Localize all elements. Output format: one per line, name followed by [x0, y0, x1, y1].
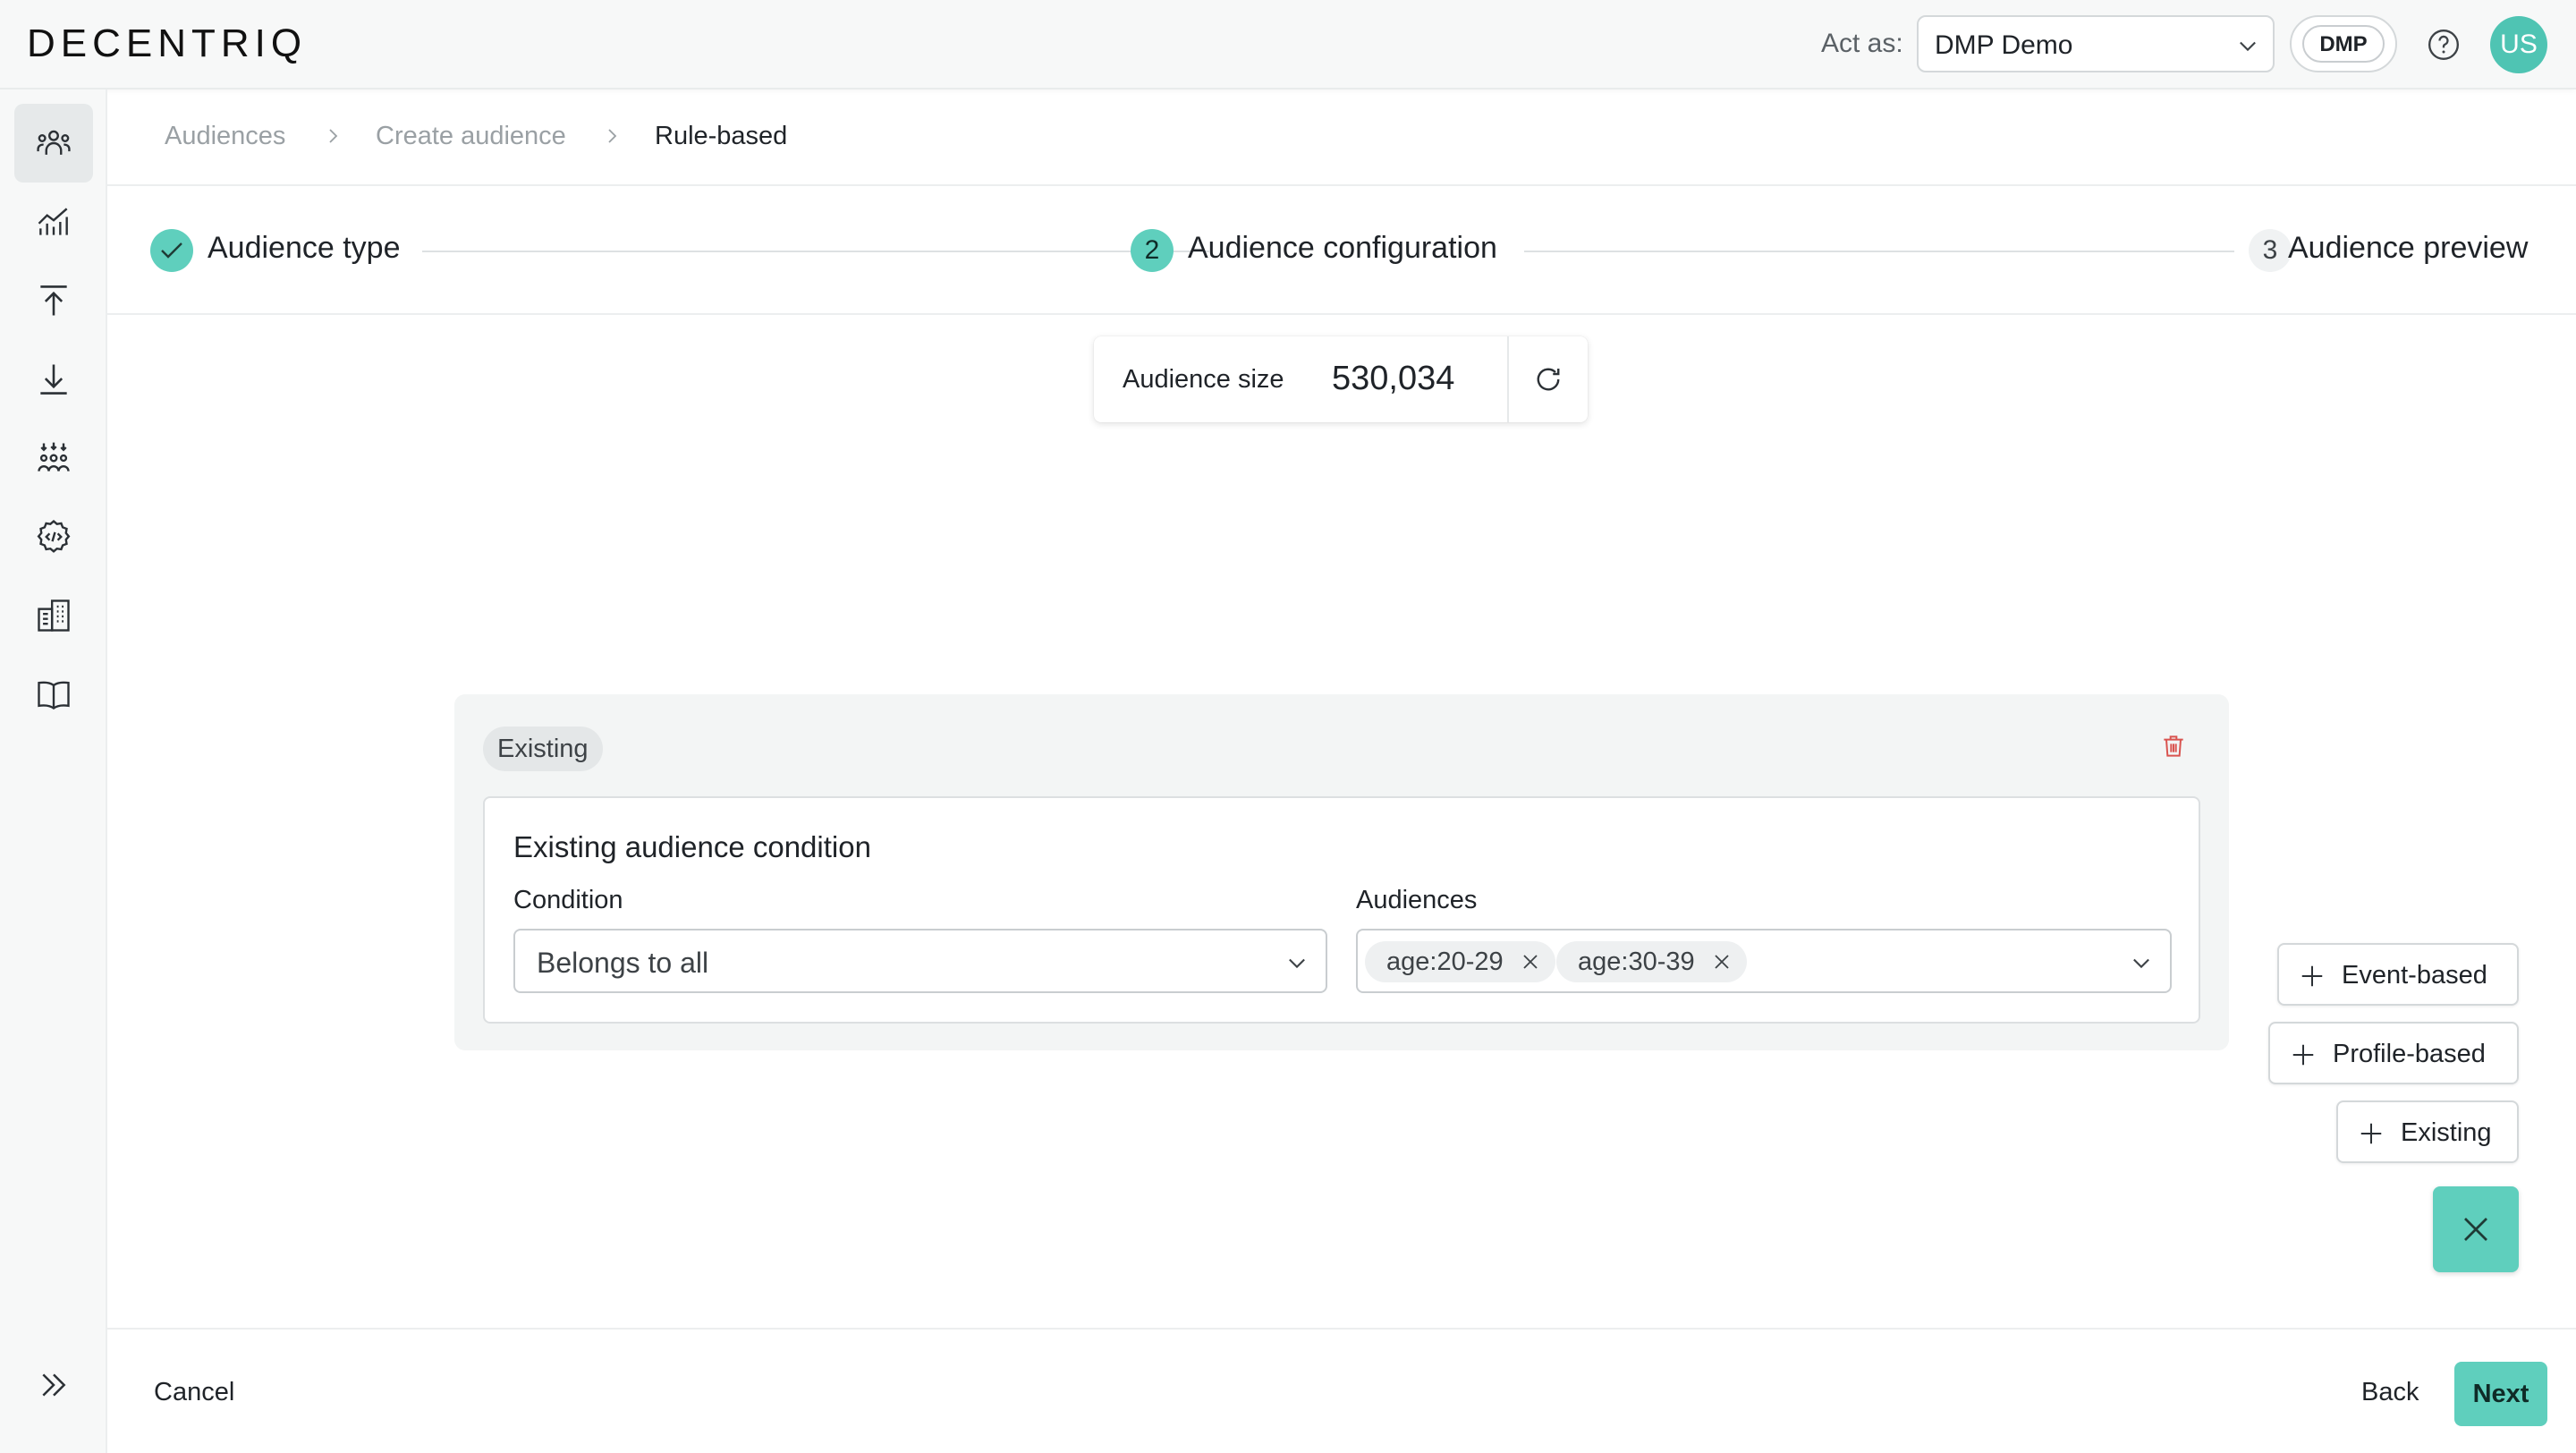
breadcrumb-audiences[interactable]: Audiences	[165, 122, 285, 151]
add-event-based-label: Event-based	[2342, 961, 2487, 990]
plus-icon	[2358, 1120, 2385, 1147]
add-profile-based-label: Profile-based	[2333, 1040, 2486, 1068]
footer: Cancel Back Next	[107, 1328, 2576, 1453]
condition-value: Belongs to all	[537, 947, 709, 979]
breadcrumb-rule-based: Rule-based	[655, 122, 788, 150]
close-add-menu-button[interactable]	[2433, 1186, 2519, 1272]
role-switch[interactable]: DMP	[2290, 15, 2397, 72]
sidebar-item-docs[interactable]	[14, 655, 93, 734]
decentriq-logo[interactable]: DECENTRIQ	[27, 21, 307, 66]
trash-icon	[2164, 735, 2183, 757]
step-label-audience-type: Audience type	[208, 231, 401, 265]
audience-chip: age:20-29	[1365, 941, 1555, 982]
step-connector	[1524, 251, 2234, 252]
sidebar-item-insights[interactable]	[14, 183, 93, 261]
help-icon[interactable]	[2426, 27, 2462, 63]
chevron-right-icon	[601, 125, 623, 147]
step-connector	[422, 251, 1209, 252]
sidebar-item-audiences[interactable]	[14, 104, 93, 183]
double-chevron-right-icon	[36, 1367, 72, 1403]
add-existing-label: Existing	[2401, 1118, 2492, 1147]
close-icon	[2464, 1218, 2487, 1241]
breadcrumb: Audiences Create audience Rule-based	[107, 89, 2576, 186]
step-label-audience-preview: Audience preview	[2288, 231, 2529, 265]
audience-size-label: Audience size	[1123, 365, 1284, 394]
cancel-button[interactable]: Cancel	[154, 1378, 234, 1407]
add-event-based-button[interactable]: Event-based	[2277, 943, 2519, 1006]
user-avatar[interactable]: US	[2490, 16, 2547, 73]
audiences-multiselect[interactable]: age:20-29 age:30-39	[1356, 929, 2172, 993]
next-button[interactable]: Next	[2454, 1362, 2547, 1426]
plus-icon	[2290, 1041, 2317, 1068]
step-label-audience-configuration: Audience configuration	[1188, 231, 1497, 265]
role-badge: DMP	[2302, 25, 2385, 63]
breadcrumb-create-audience[interactable]: Create audience	[376, 122, 566, 151]
step-completed-check-icon	[150, 229, 193, 272]
condition-label: Condition	[513, 886, 623, 914]
chevron-right-icon	[322, 125, 343, 147]
step-number-2: 2	[1131, 229, 1174, 272]
delete-condition-button[interactable]	[2159, 732, 2188, 760]
condition-type-badge: Existing	[483, 726, 603, 771]
condition-title: Existing audience condition	[513, 830, 871, 863]
remove-chip-icon[interactable]	[1711, 951, 1733, 973]
audience-size-value: 530,034	[1332, 360, 1455, 397]
audience-chip-label: age:20-29	[1386, 947, 1504, 976]
condition-select[interactable]: Belongs to all	[513, 929, 1327, 993]
chevron-down-icon	[2235, 33, 2260, 58]
condition-panel: Existing Existing audience condition Con…	[454, 694, 2229, 1050]
existing-audience-condition-card: Existing audience condition Condition Au…	[483, 796, 2200, 1024]
audiences-label: Audiences	[1356, 886, 1478, 914]
act-as-value: DMP Demo	[1935, 30, 2073, 60]
sidebar-expand-button[interactable]	[36, 1367, 72, 1403]
remove-chip-icon[interactable]	[1520, 951, 1541, 973]
back-button[interactable]: Back	[2361, 1378, 2419, 1407]
act-as-label: Act as:	[1821, 29, 1903, 58]
chevron-down-icon	[2129, 950, 2154, 975]
stepper: Audience type 2 Audience configuration 3…	[107, 188, 2576, 315]
sidebar-item-organizations[interactable]	[14, 576, 93, 655]
audience-size-card: Audience size 530,034	[1094, 336, 1588, 422]
sidebar-item-upload[interactable]	[14, 261, 93, 340]
audience-chip: age:30-39	[1556, 941, 1747, 982]
sidebar-item-download[interactable]	[14, 340, 93, 419]
add-existing-button[interactable]: Existing	[2336, 1100, 2519, 1163]
plus-icon	[2299, 963, 2326, 990]
audience-chip-label: age:30-39	[1578, 947, 1695, 976]
sidebar-item-developer[interactable]	[14, 497, 93, 576]
sidebar-item-collaboration[interactable]	[14, 419, 93, 497]
add-profile-based-button[interactable]: Profile-based	[2268, 1022, 2519, 1084]
refresh-icon	[1537, 368, 1560, 391]
act-as-select[interactable]: DMP Demo	[1917, 15, 2275, 72]
refresh-size-button[interactable]	[1509, 336, 1588, 422]
step-number-3: 3	[2249, 229, 2292, 272]
chevron-down-icon	[1284, 950, 1309, 975]
